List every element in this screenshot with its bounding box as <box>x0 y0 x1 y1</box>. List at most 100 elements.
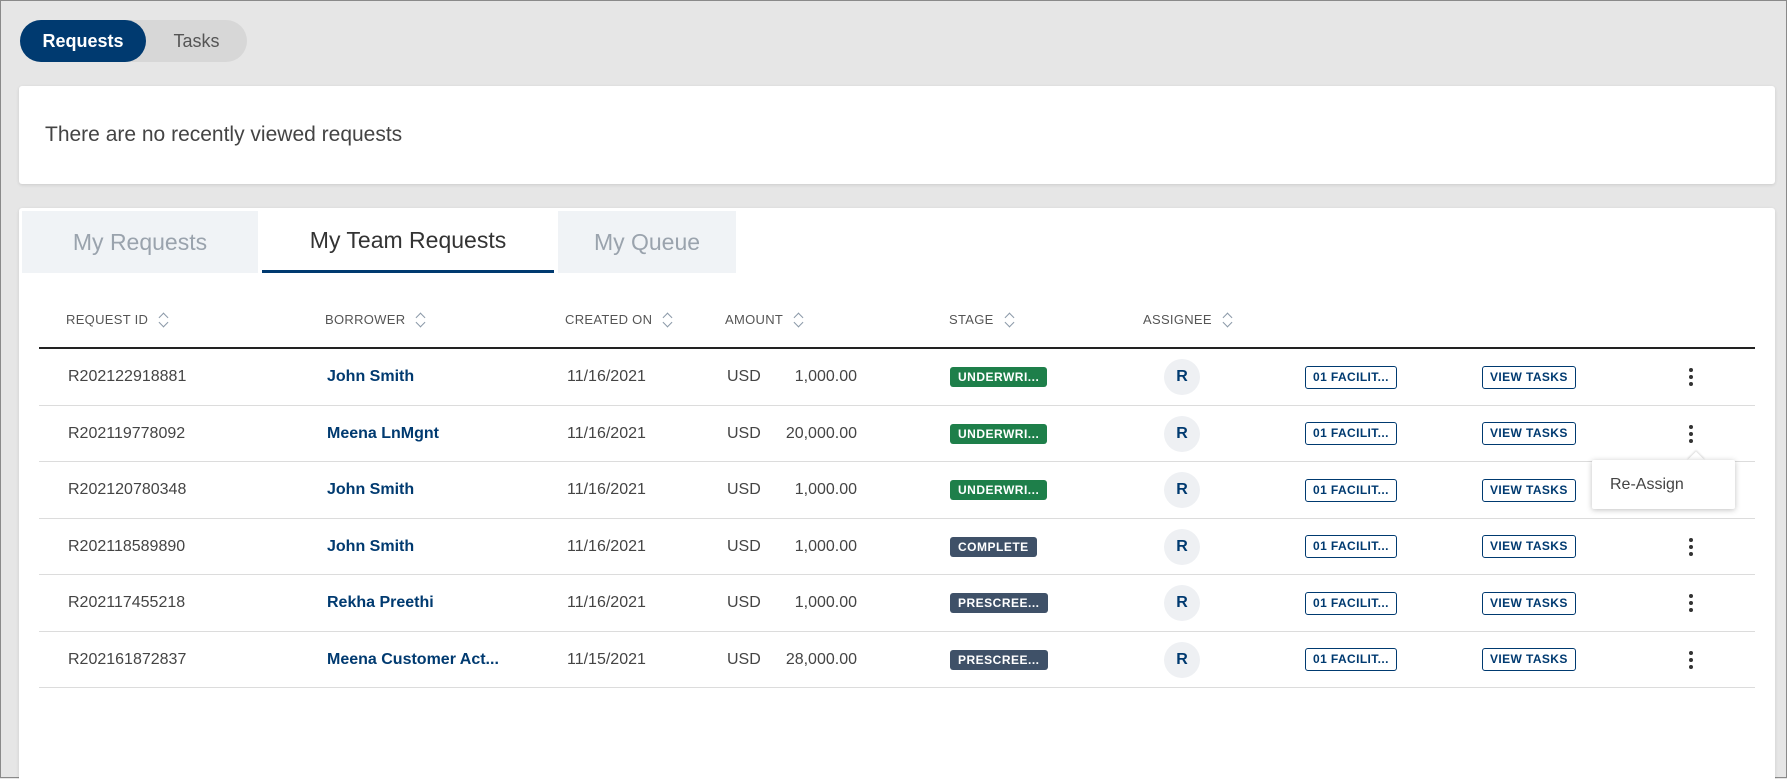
assignee-avatar: R <box>1164 528 1200 565</box>
tab-my-team-requests[interactable]: My Team Requests <box>262 211 554 273</box>
view-tasks-button[interactable]: VIEW TASKS <box>1482 591 1576 615</box>
kebab-menu-icon[interactable] <box>1679 419 1703 449</box>
column-header-assignee[interactable]: ASSIGNEE <box>1143 290 1234 349</box>
view-tasks-button[interactable]: VIEW TASKS <box>1482 422 1576 445</box>
created-on: 11/16/2021 <box>567 424 646 442</box>
assignee-avatar: R <box>1164 585 1200 621</box>
reassign-menu-item[interactable]: Re-Assign <box>1610 476 1684 494</box>
column-header-amount[interactable]: AMOUNT <box>725 290 805 349</box>
assignee-cell: R <box>1164 519 1200 575</box>
sort-icon[interactable] <box>158 311 170 329</box>
created-on: 11/15/2021 <box>567 650 646 668</box>
sort-icon[interactable] <box>1222 311 1234 329</box>
segment-tasks[interactable]: Tasks <box>146 20 247 62</box>
sort-icon[interactable] <box>793 311 805 329</box>
request-id: R202117455218 <box>68 594 186 611</box>
stage-cell: UNDERWRI... <box>950 462 1048 518</box>
tasks-cell: VIEW TASKS <box>1482 462 1576 518</box>
borrower-link[interactable]: John Smith <box>327 462 414 518</box>
table-row: R202120780348 John Smith 11/16/2021 USD … <box>39 462 1755 519</box>
tab-my-requests[interactable]: My Requests <box>22 211 258 273</box>
facility-button[interactable]: 01 FACILIT... <box>1305 648 1397 671</box>
row-menu-cell <box>1679 575 1703 631</box>
request-id: R202118589890 <box>68 537 186 555</box>
stage-cell: UNDERWRI... <box>950 406 1048 462</box>
request-id: R202122918881 <box>68 368 187 385</box>
table-row: R202161872837 Meena Customer Act... 11/1… <box>39 632 1755 688</box>
view-tasks-button[interactable]: VIEW TASKS <box>1482 535 1576 558</box>
borrower-link[interactable]: Meena Customer Act... <box>327 632 499 688</box>
row-menu-cell <box>1679 406 1703 462</box>
request-id: R202161872837 <box>68 650 187 668</box>
column-header-stage[interactable]: STAGE <box>949 290 1016 349</box>
recently-viewed-empty-text: There are no recently viewed requests <box>45 123 403 146</box>
facility-cell: 01 FACILIT... <box>1305 406 1397 462</box>
amount-value: 1,000.00 <box>794 481 857 498</box>
created-on: 11/16/2021 <box>567 537 646 555</box>
requests-table: REQUEST ID BORROWER CREATED ON AMOUNT ST… <box>39 290 1755 688</box>
tab-my-queue[interactable]: My Queue <box>558 211 736 273</box>
facility-cell: 01 FACILIT... <box>1305 462 1397 518</box>
borrower-link[interactable]: Meena LnMgnt <box>327 406 439 462</box>
column-header-created-on[interactable]: CREATED ON <box>565 290 674 349</box>
table-row: R202119778092 Meena LnMgnt 11/16/2021 US… <box>39 406 1755 462</box>
row-menu-cell <box>1679 349 1703 405</box>
assignee-cell: R <box>1164 349 1200 405</box>
sort-icon[interactable] <box>1004 311 1016 329</box>
request-id: R202120780348 <box>68 481 187 498</box>
amount-value: 1,000.00 <box>794 594 857 611</box>
assignee-avatar: R <box>1164 641 1200 678</box>
stage-badge: UNDERWRI... <box>950 480 1048 500</box>
sort-icon[interactable] <box>415 311 427 329</box>
tasks-cell: VIEW TASKS <box>1482 349 1576 405</box>
stage-cell: UNDERWRI... <box>950 349 1048 405</box>
assignee-cell: R <box>1164 632 1200 688</box>
facility-button[interactable]: 01 FACILIT... <box>1305 591 1397 615</box>
assignee-cell: R <box>1164 462 1200 518</box>
assignee-cell: R <box>1164 575 1200 631</box>
column-header-borrower[interactable]: BORROWER <box>325 290 427 349</box>
row-menu-cell <box>1679 632 1703 688</box>
segment-requests[interactable]: Requests <box>20 20 146 62</box>
created-on: 11/16/2021 <box>567 594 646 611</box>
table-header: REQUEST ID BORROWER CREATED ON AMOUNT ST… <box>39 290 1755 349</box>
request-tabs: My Requests My Team Requests My Queue <box>22 211 736 273</box>
kebab-menu-icon[interactable] <box>1679 362 1703 392</box>
table-row: R202122918881 John Smith 11/16/2021 USD … <box>39 349 1755 406</box>
facility-button[interactable]: 01 FACILIT... <box>1305 478 1397 502</box>
table-row: R202117455218 Rekha Preethi 11/16/2021 U… <box>39 575 1755 632</box>
row-menu-cell <box>1679 519 1703 575</box>
table-body: R202122918881 John Smith 11/16/2021 USD … <box>39 349 1755 688</box>
requests-card: My Requests My Team Requests My Queue RE… <box>19 208 1775 779</box>
kebab-menu-icon[interactable] <box>1679 645 1703 675</box>
stage-badge: PRESCREE... <box>950 649 1048 670</box>
borrower-link[interactable]: Rekha Preethi <box>327 575 434 631</box>
stage-cell: PRESCREE... <box>950 632 1048 688</box>
facility-cell: 01 FACILIT... <box>1305 575 1397 631</box>
tasks-cell: VIEW TASKS <box>1482 519 1576 575</box>
borrower-link[interactable]: John Smith <box>327 349 414 405</box>
stage-badge: COMPLETE <box>950 536 1037 557</box>
view-tasks-button[interactable]: VIEW TASKS <box>1482 478 1576 502</box>
amount-value: 20,000.00 <box>785 424 857 442</box>
kebab-menu-icon[interactable] <box>1679 532 1703 562</box>
recently-viewed-card: There are no recently viewed requests <box>19 86 1775 184</box>
table-row: R202118589890 John Smith 11/16/2021 USD … <box>39 519 1755 575</box>
facility-button[interactable]: 01 FACILIT... <box>1305 422 1397 445</box>
assignee-avatar: R <box>1164 472 1200 508</box>
assignee-cell: R <box>1164 406 1200 462</box>
sort-icon[interactable] <box>662 311 674 329</box>
stage-badge: UNDERWRI... <box>950 423 1048 444</box>
kebab-menu-icon[interactable] <box>1679 588 1703 618</box>
tasks-cell: VIEW TASKS <box>1482 575 1576 631</box>
view-tasks-button[interactable]: VIEW TASKS <box>1482 648 1576 671</box>
stage-cell: PRESCREE... <box>950 575 1048 631</box>
facility-button[interactable]: 01 FACILIT... <box>1305 365 1397 389</box>
borrower-link[interactable]: John Smith <box>327 519 414 575</box>
created-on: 11/16/2021 <box>567 368 646 385</box>
amount-value: 28,000.00 <box>785 650 857 668</box>
stage-badge: PRESCREE... <box>950 593 1048 613</box>
column-header-request-id[interactable]: REQUEST ID <box>66 290 170 349</box>
view-tasks-button[interactable]: VIEW TASKS <box>1482 365 1576 389</box>
facility-button[interactable]: 01 FACILIT... <box>1305 535 1397 558</box>
